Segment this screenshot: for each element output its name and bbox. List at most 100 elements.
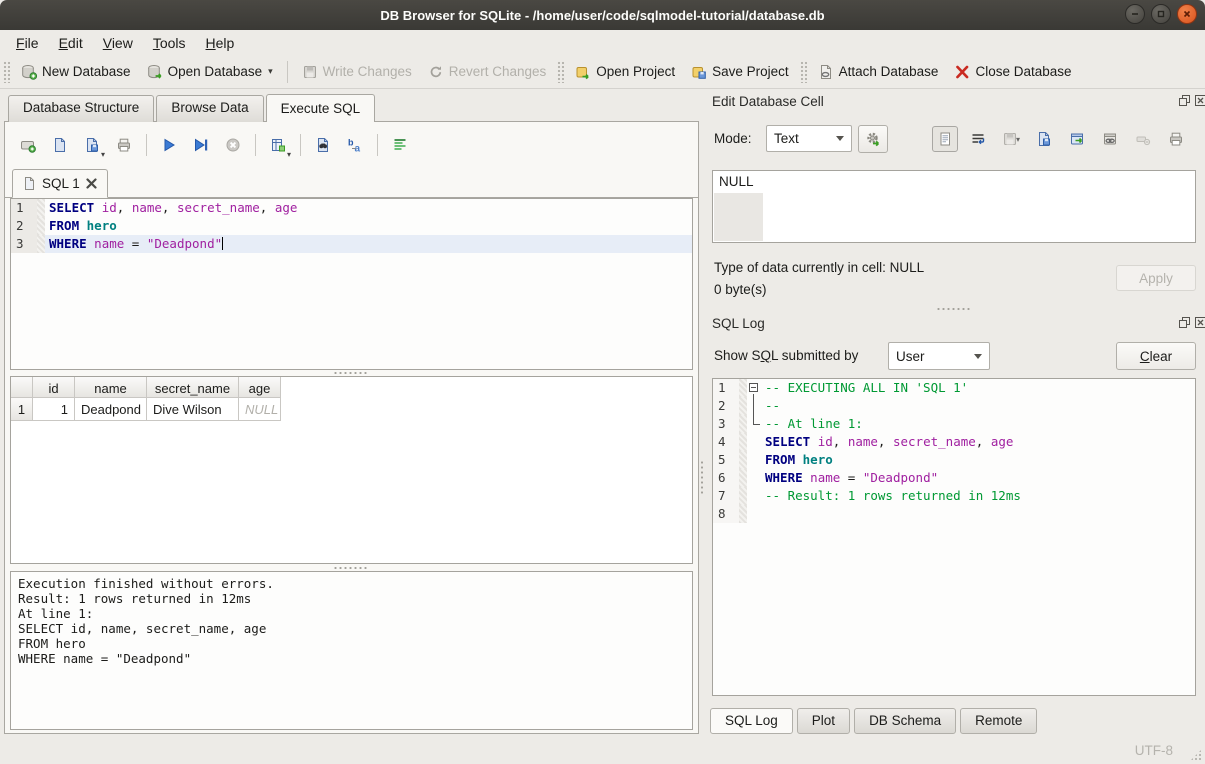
log-filter-select[interactable]: User [888,342,990,370]
tab-execute-sql[interactable]: Execute SQL [266,94,376,122]
open-database-button[interactable]: Open Database▾ [139,60,281,84]
text-mode-button[interactable] [932,126,958,152]
dock-tab-db-schema[interactable]: DB Schema [854,708,956,734]
sql-log-view[interactable]: 1-- EXECUTING ALL IN 'SQL 1'2--3-- At li… [712,378,1196,696]
dock-tab-remote[interactable]: Remote [960,708,1037,734]
log-filter-value: User [896,349,925,364]
open-project-button[interactable]: Open Project [567,60,683,84]
attach-database-label: Attach Database [839,64,939,79]
fold-marker[interactable] [747,379,761,397]
dropdown-caret-icon[interactable]: ▾ [268,66,273,77]
row-header[interactable]: 1 [11,398,33,421]
menu-tools[interactable]: Tools [143,32,196,54]
new-sql-tab-button[interactable] [14,131,42,159]
menu-help[interactable]: Help [196,32,245,54]
code-text: SELECT id, name, secret_name, age [761,433,1195,451]
cell-editor-toolbar: ▾ [932,126,1189,152]
new-database-button[interactable]: New Database [13,60,139,84]
clear-log-button[interactable]: Clear [1116,342,1196,370]
close-dock-icon[interactable] [1194,316,1205,329]
toolbar-handle[interactable] [557,61,564,83]
column-header-name[interactable]: name [75,377,147,398]
close-button[interactable] [1177,4,1197,24]
open-sql-file-button[interactable] [46,131,74,159]
export-data-icon [1036,131,1052,147]
word-wrap-button[interactable] [965,126,991,152]
apply-button[interactable]: Apply [1116,265,1196,291]
mode-label: Mode: [714,131,752,146]
resize-grip[interactable] [1190,749,1202,761]
format-sql-button[interactable] [386,131,414,159]
text-mode-icon [937,131,953,147]
save-sql-file-button[interactable]: ▾ [78,131,106,159]
write-changes-label: Write Changes [323,64,412,79]
mode-select[interactable]: Text [766,125,852,152]
splitter-left-right[interactable] [700,460,704,494]
execute-all-button[interactable] [155,131,183,159]
auto-apply-button[interactable] [858,125,888,153]
table-cell[interactable]: Deadpond [75,398,147,421]
print-cell-icon [1168,131,1184,147]
sql-editor[interactable]: 1SELECT id, name, secret_name, age2FROM … [10,198,693,370]
fold-marker [747,487,761,505]
line-number: 1 [11,199,37,217]
splitter-editor-results[interactable] [333,371,367,375]
dock-tab-plot[interactable]: Plot [797,708,850,734]
tab-browse-data[interactable]: Browse Data [156,95,263,122]
close-tab-icon[interactable] [86,178,97,189]
execute-line-button[interactable] [187,131,215,159]
results-table[interactable]: idnamesecret_nameage11DeadpondDive Wilso… [10,376,693,564]
print-button[interactable] [110,131,138,159]
fold-marker [747,505,761,523]
menu-file[interactable]: File [6,32,49,54]
main-toolbar: New DatabaseOpen Database▾Write ChangesR… [0,55,1205,89]
float-dock-icon[interactable] [1178,94,1191,107]
column-header-secret-name[interactable]: secret_name [147,377,239,398]
main-tab-bar: Database StructureBrowse DataExecute SQL [8,95,377,122]
find-replace-button[interactable]: ba [341,131,369,159]
menu-edit[interactable]: Edit [49,32,93,54]
fold-margin [37,217,45,235]
column-header-age[interactable]: age [239,377,281,398]
export-results-button[interactable]: ▾ [264,131,292,159]
minimize-button[interactable] [1125,4,1145,24]
maximize-button[interactable] [1151,4,1171,24]
splitter-results-message[interactable] [333,566,367,570]
tab-database-structure[interactable]: Database Structure [8,95,154,122]
toolbar-handle[interactable] [800,61,807,83]
code-line: 5FROM hero [713,451,1195,469]
attach-database-button[interactable]: Attach Database [810,60,947,84]
column-header-id[interactable]: id [33,377,75,398]
copy-link-button[interactable] [1097,126,1123,152]
open-in-window-button[interactable] [1064,126,1090,152]
table-cell[interactable]: 1 [33,398,75,421]
close-dock-icon[interactable] [1194,94,1205,107]
dock-tab-sql-log[interactable]: SQL Log [710,708,793,734]
menu-view[interactable]: View [93,32,143,54]
table-cell[interactable]: NULL [239,398,281,421]
code-text: FROM hero [45,217,692,235]
toolbar-handle[interactable] [3,61,10,83]
close-database-button[interactable]: Close Database [946,60,1079,84]
toolbar-separator [287,61,288,83]
fold-margin [739,505,747,523]
apply-button-label: Apply [1139,271,1173,286]
save-project-button[interactable]: Save Project [683,60,797,84]
encoding-indicator[interactable]: UTF-8 [1135,743,1173,758]
fold-margin [739,433,747,451]
splitter-cell-log[interactable] [936,307,970,311]
fold-marker [747,433,761,451]
cell-value-editor[interactable]: NULL [712,170,1196,243]
print-cell-button[interactable] [1163,126,1189,152]
export-data-button[interactable] [1031,126,1057,152]
fold-marker [747,469,761,487]
sql-doc-tab[interactable]: SQL 1 [12,169,108,198]
dropdown-caret-icon[interactable]: ▾ [287,150,291,159]
dropdown-caret-icon[interactable]: ▾ [101,150,105,159]
table-cell[interactable]: Dive Wilson [147,398,239,421]
float-dock-icon[interactable] [1178,316,1191,329]
find-button[interactable] [309,131,337,159]
sql-doc-tab-label: SQL 1 [42,176,80,191]
find-replace-icon: ba [347,137,363,153]
code-line: 1-- EXECUTING ALL IN 'SQL 1' [713,379,1195,397]
